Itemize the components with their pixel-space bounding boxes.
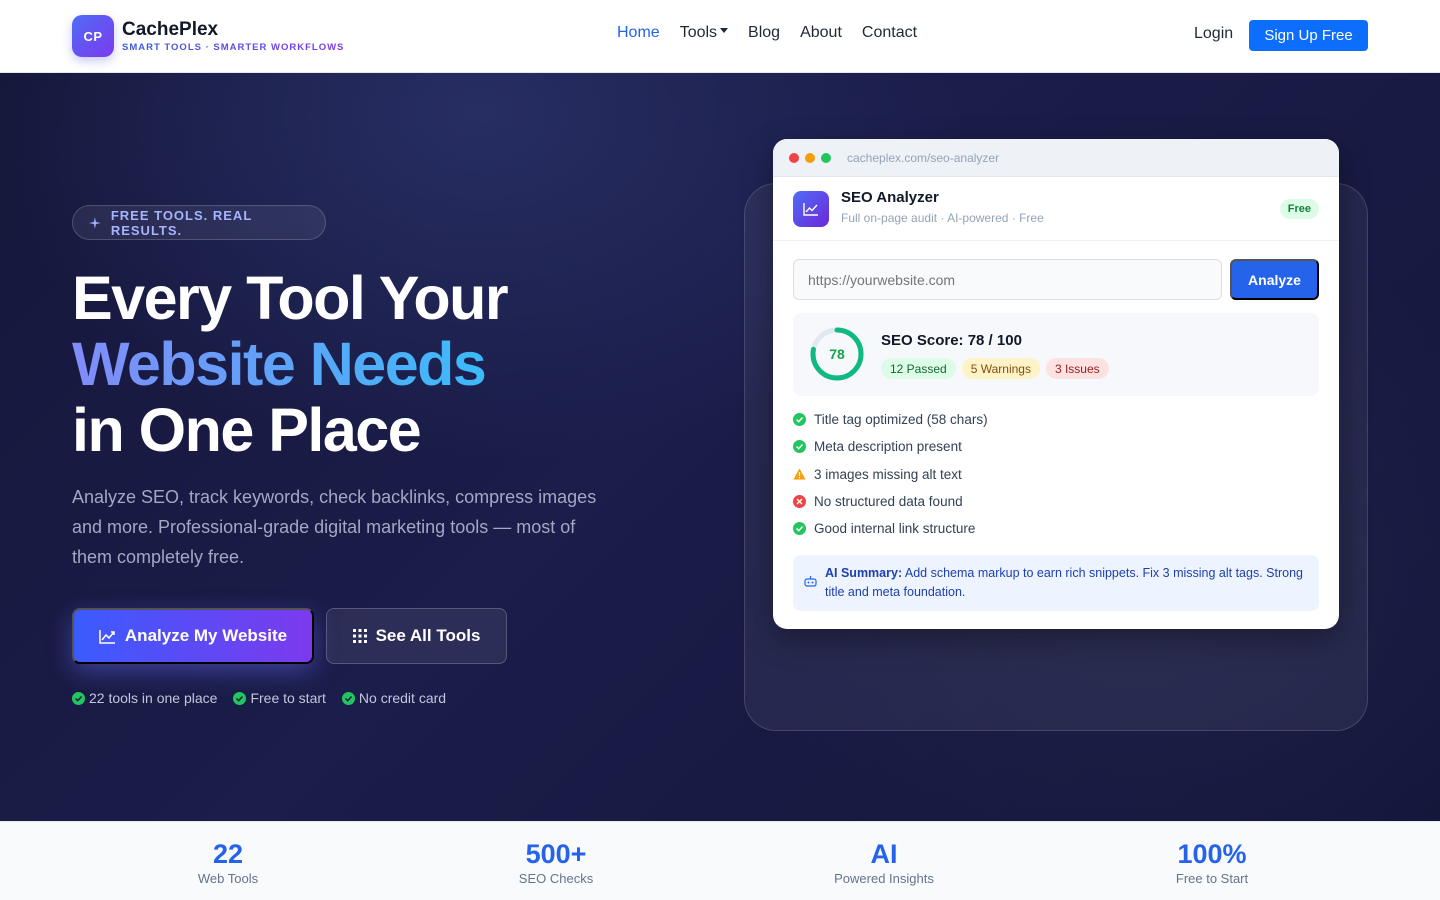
analyze-my-website-label: Analyze My Website xyxy=(124,626,288,645)
ai-summary: AI Summary: Add schema markup to earn ri… xyxy=(793,555,1319,611)
stats-bar: 22 Web Tools 500+ SEO Checks AI Powered … xyxy=(0,821,1440,900)
hero-heading: Every Tool Your Website Needs in One Pla… xyxy=(72,264,509,464)
stat-value: 100% xyxy=(1177,839,1247,869)
checklist-item: Title tag optimized (58 chars) xyxy=(793,406,988,433)
score-title: SEO Score: 78 / 100 xyxy=(881,332,1022,349)
chart-line-icon xyxy=(99,629,115,644)
nav-link-home[interactable]: Home xyxy=(617,24,660,42)
nav-link-blog[interactable]: Blog xyxy=(748,24,780,42)
tool-title: SEO Analyzer xyxy=(841,189,939,206)
check-circle-icon xyxy=(793,413,806,427)
tool-header: SEO Analyzer Full on-page audit · AI-pow… xyxy=(773,178,1339,241)
tool-chart-icon xyxy=(793,191,829,227)
audit-checklist: Title tag optimized (58 chars) Meta desc… xyxy=(793,406,988,542)
close-dot-icon xyxy=(789,152,799,163)
stat-label: Free to Start xyxy=(1175,871,1249,886)
hero-check-text: 22 tools in one place xyxy=(89,690,218,706)
hero-pill: FREE TOOLS. REAL RESULTS. xyxy=(72,205,326,240)
passed-badge: 12 Passed xyxy=(881,358,956,379)
stat-item: 500+ SEO Checks xyxy=(456,838,656,886)
issues-badge: 3 Issues xyxy=(1045,358,1109,379)
stat-label: Web Tools xyxy=(197,871,259,886)
analyze-button[interactable]: Analyze xyxy=(1230,259,1319,300)
caret-down-icon xyxy=(720,28,729,34)
browser-chrome: cacheplex.com/seo-analyzer xyxy=(773,139,1339,177)
hero-pill-text: FREE TOOLS. REAL RESULTS. xyxy=(110,207,253,238)
stat-label: Powered Insights xyxy=(834,871,934,886)
see-all-tools-button[interactable]: See All Tools xyxy=(326,608,507,664)
stat-value: 22 xyxy=(212,839,244,869)
score-panel: 78 SEO Score: 78 / 100 12 Passed 5 Warni… xyxy=(793,313,1319,396)
seo-analyzer-mockup: cacheplex.com/seo-analyzer SEO Analyzer … xyxy=(773,139,1339,629)
tool-subtitle: Full on-page audit · AI-powered · Free xyxy=(841,211,1044,225)
warning-triangle-icon xyxy=(793,468,806,480)
error-circle-icon xyxy=(793,495,806,509)
check-circle-icon xyxy=(793,522,806,536)
stat-item: AI Powered Insights xyxy=(784,838,984,886)
ai-summary-label: AI Summary: xyxy=(825,566,903,580)
main-nav: Home Tools Blog About Contact xyxy=(617,24,917,42)
checklist-item: 3 images missing alt text xyxy=(793,461,988,488)
ai-summary-text: AI Summary: Add schema markup to earn ri… xyxy=(825,564,1315,602)
brand-tagline: SMART TOOLS · SMARTER WORKFLOWS xyxy=(122,42,345,53)
stat-value: AI xyxy=(870,839,898,869)
nav-link-tools-label: Tools xyxy=(679,24,718,41)
website-url-input[interactable] xyxy=(793,259,1222,300)
sparkle-icon xyxy=(89,216,101,229)
hero-check-item: No credit card xyxy=(341,690,447,706)
nav-link-contact[interactable]: Contact xyxy=(862,24,917,42)
browser-url: cacheplex.com/seo-analyzer xyxy=(847,150,1000,165)
login-link[interactable]: Login xyxy=(1194,25,1233,43)
brand-name[interactable]: CachePlex xyxy=(122,19,218,41)
hero-check-item: 22 tools in one place xyxy=(72,690,217,706)
check-circle-icon xyxy=(341,691,355,705)
hero-heading-line3: in One Place xyxy=(72,396,422,464)
check-circle-icon xyxy=(72,691,85,705)
nav-link-about[interactable]: About xyxy=(800,24,842,42)
warnings-badge: 5 Warnings xyxy=(961,358,1040,379)
robot-icon xyxy=(804,576,817,587)
free-badge: Free xyxy=(1279,199,1319,219)
grid-icon xyxy=(352,629,367,643)
hero-check-text: Free to start xyxy=(250,690,326,706)
hero-check-text: No credit card xyxy=(358,690,447,706)
stat-value: 500+ xyxy=(525,839,587,869)
hero-heading-line1: Every Tool Your xyxy=(72,264,509,332)
top-navbar: CP CachePlex SMART TOOLS · SMARTER WORKF… xyxy=(0,0,1440,73)
hero-checks: 22 tools in one place Free to start No c… xyxy=(72,690,446,706)
score-value: 78 xyxy=(829,346,845,362)
logo-mark[interactable]: CP xyxy=(72,15,114,57)
maximize-dot-icon xyxy=(821,152,831,163)
checklist-text: Title tag optimized (58 chars) xyxy=(814,412,988,428)
stat-label: SEO Checks xyxy=(518,871,594,886)
checklist-item: Good internal link structure xyxy=(793,515,988,542)
checklist-item: No structured data found xyxy=(793,488,988,515)
check-circle-icon xyxy=(793,440,806,454)
checklist-text: No structured data found xyxy=(814,494,963,510)
checklist-text: 3 images missing alt text xyxy=(814,466,962,482)
hero-lead: Analyze SEO, track keywords, check backl… xyxy=(72,487,597,567)
minimize-dot-icon xyxy=(805,152,815,163)
stat-item: 22 Web Tools xyxy=(128,838,328,886)
checklist-item: Meta description present xyxy=(793,433,988,460)
analyze-my-website-button[interactable]: Analyze My Website xyxy=(72,608,314,664)
checklist-text: Meta description present xyxy=(814,439,962,455)
nav-link-tools[interactable]: Tools xyxy=(679,24,729,42)
see-all-tools-label: See All Tools xyxy=(375,626,481,645)
check-circle-icon xyxy=(233,691,247,705)
hero-heading-line2: Website Needs xyxy=(72,331,507,397)
hero-check-item: Free to start xyxy=(233,690,326,706)
stat-item: 100% Free to Start xyxy=(1112,838,1312,886)
checklist-text: Good internal link structure xyxy=(814,521,976,537)
score-badges: 12 Passed 5 Warnings 3 Issues xyxy=(881,358,1109,379)
signup-button[interactable]: Sign Up Free xyxy=(1249,20,1368,51)
